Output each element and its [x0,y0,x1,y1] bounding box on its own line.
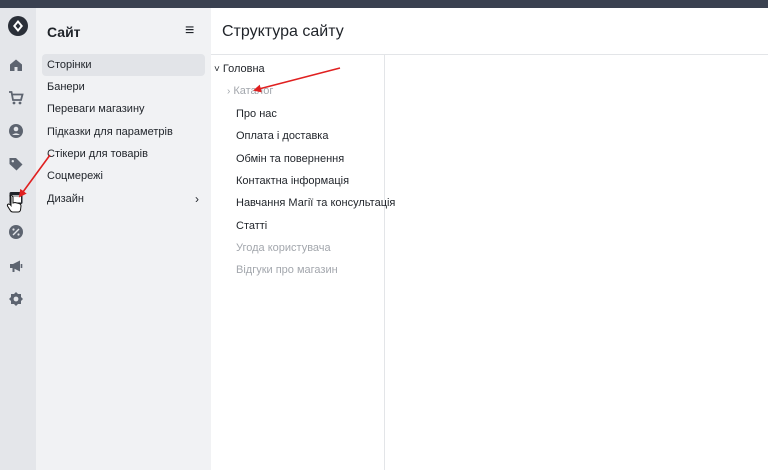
sidebar-item-social-networks[interactable]: Соцмережі [42,165,205,187]
settings-icon[interactable] [8,291,24,307]
sidebar-item-pages[interactable]: Сторінки [42,54,205,76]
site-icon[interactable] [8,190,24,206]
section-sidebar: Сайт ≡ Сторінки Банери Переваги магазину… [36,8,211,470]
sidebar-item-label: Дизайн [47,193,84,205]
sidebar-item-store-benefits[interactable]: Переваги магазину [42,98,205,120]
tree-item-user-agreement[interactable]: Угода користувача [236,242,331,254]
tree-item-store-reviews[interactable]: Відгуки про магазин [236,264,338,276]
main-header: Структура сайту [211,8,768,55]
tree-item-home[interactable]: ˅ Головна [214,63,265,75]
sidebar-item-design[interactable]: Дизайн › [42,188,205,210]
page-title: Структура сайту [222,23,344,40]
sidebar-item-parameter-hints[interactable]: Підказки для параметрів [42,121,205,143]
sidebar-item-label: Переваги магазину [47,103,145,115]
sidebar-item-product-stickers[interactable]: Стікери для товарів [42,143,205,165]
sidebar-item-banners[interactable]: Банери [42,76,205,98]
tree-item-label: Навчання Магії та консультація [236,197,396,209]
tree-item-label: Оплата і доставка [236,130,329,142]
tree-item-articles[interactable]: Статті [236,220,267,232]
discount-icon[interactable] [8,224,24,240]
tree-item-label: Відгуки про магазин [236,264,338,276]
tree-item-payment-delivery[interactable]: Оплата і доставка [236,130,328,142]
sidebar-title: Сайт [47,24,81,40]
tree-item-catalog[interactable]: › Каталог [227,85,273,97]
menu-collapse-icon[interactable]: ≡ [185,22,194,40]
site-structure-tree: ˅ Головна › Каталог Про нас Оплата і доста… [211,55,395,470]
home-icon[interactable] [8,57,24,73]
sidebar-item-label: Банери [47,81,85,93]
tag-icon[interactable] [8,156,24,172]
user-icon[interactable] [8,123,24,139]
icon-rail [0,8,36,470]
tree-item-label: Статті [236,220,268,232]
sidebar-item-label: Підказки для параметрів [47,126,173,138]
chevron-right-icon[interactable]: › [227,86,230,97]
tree-item-label: Головна [222,63,265,75]
cart-icon[interactable] [8,90,24,106]
chevron-down-icon[interactable]: ˅ [214,64,220,75]
tree-item-label: Про нас [236,108,277,120]
tree-item-exchange-return[interactable]: Обмін та повернення [236,153,344,165]
tree-item-magic-training[interactable]: Навчання Магії та консультація [236,197,395,209]
tree-item-label: Контактна інформація [236,175,350,187]
tree-item-contact-info[interactable]: Контактна інформація [236,175,349,187]
chevron-right-icon: › [195,192,199,206]
sidebar-item-label: Сторінки [47,59,92,71]
megaphone-icon[interactable] [8,258,24,274]
sidebar-item-label: Соцмережі [47,170,103,182]
tree-item-about[interactable]: Про нас [236,108,277,120]
tree-item-label: Угода користувача [236,242,331,254]
sidebar-item-label: Стікери для товарів [47,148,148,160]
tree-item-label: Каталог [233,85,274,97]
logo-icon[interactable] [8,16,28,36]
tree-item-label: Обмін та повернення [236,153,345,165]
top-bar [0,0,768,8]
